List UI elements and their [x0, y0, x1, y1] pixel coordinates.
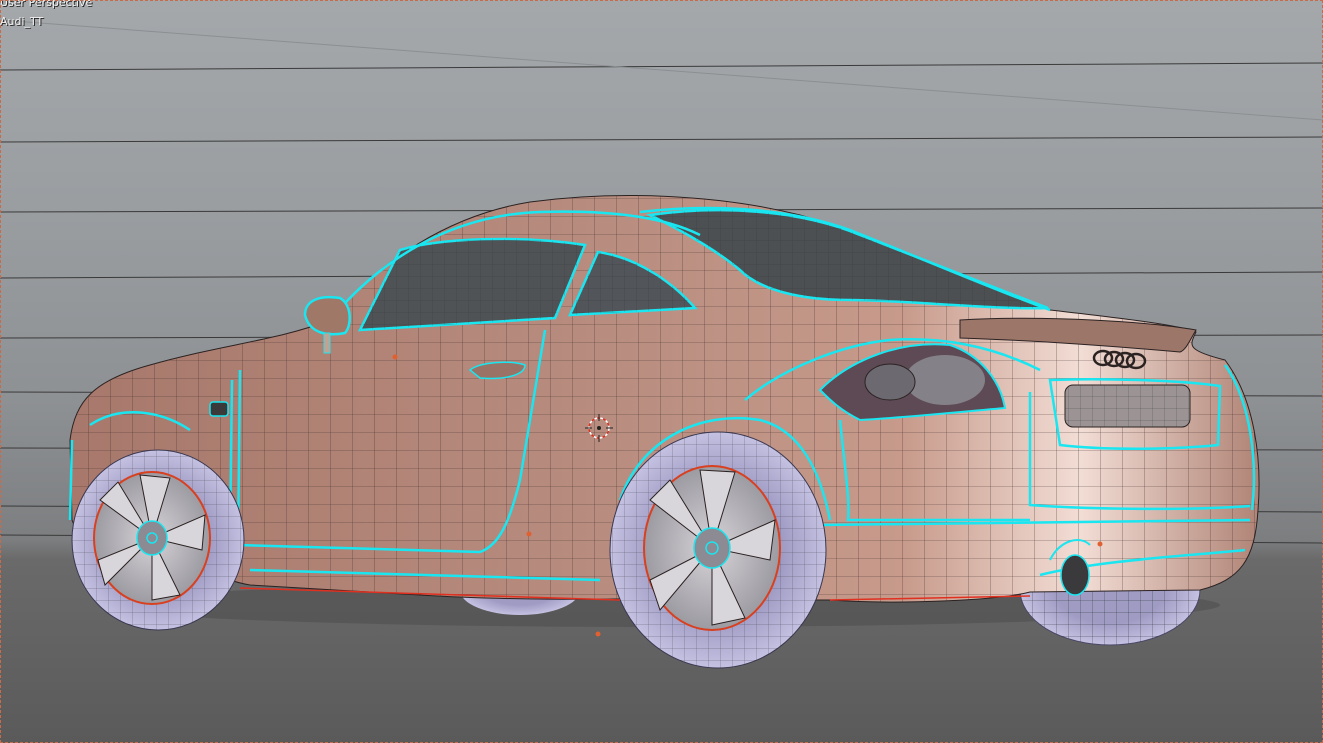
3d-viewport[interactable]: User Perspective Audi_TT	[0, 0, 1323, 743]
side-marker	[209, 401, 229, 417]
rear-near-wheel[interactable]	[609, 431, 827, 669]
front-near-wheel[interactable]	[71, 449, 245, 631]
object-name-label: Audi_TT	[0, 15, 44, 28]
faint-guide-line	[0, 19, 1323, 121]
view-name-label: User Perspective	[0, 0, 93, 9]
scene-canvas[interactable]	[0, 0, 1323, 743]
